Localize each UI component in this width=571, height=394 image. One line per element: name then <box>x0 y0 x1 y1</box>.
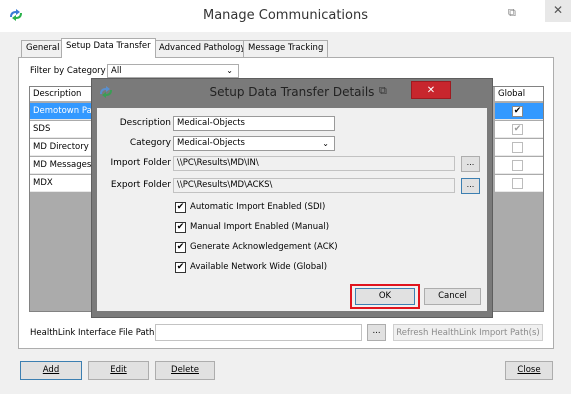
global-cell <box>495 157 543 174</box>
global-checkbox[interactable]: ✔ <box>512 106 523 117</box>
tab-message-tracking[interactable]: Message Tracking <box>243 40 329 57</box>
healthlink-path-field[interactable] <box>155 324 362 341</box>
window-close-button[interactable]: ✕ <box>545 0 571 22</box>
refresh-healthlink-button[interactable]: Refresh HealthLink Import Path(s) <box>393 324 543 341</box>
generate-ack-checkbox[interactable]: ✔ <box>175 242 186 253</box>
export-folder-label: Export Folder <box>110 180 171 190</box>
global-cell <box>495 175 543 192</box>
auto-import-checkbox[interactable]: ✔ <box>175 202 186 213</box>
cancel-button[interactable]: Cancel <box>424 288 481 305</box>
network-wide-checkbox[interactable]: ✔ <box>175 262 186 273</box>
description-input[interactable]: Medical-Objects <box>173 116 335 131</box>
filter-value: All <box>111 66 122 76</box>
generate-ack-label: Generate Acknowledgement (ACK) <box>190 242 338 252</box>
add-button[interactable]: Add <box>20 361 82 380</box>
manual-import-checkbox[interactable]: ✔ <box>175 222 186 233</box>
global-cell: ✔ <box>495 103 543 120</box>
ok-button[interactable]: OK <box>355 288 415 305</box>
edit-button[interactable]: Edit <box>88 361 149 380</box>
delete-button[interactable]: Delete <box>155 361 215 380</box>
dialog-restore-icon[interactable]: ⧉ <box>379 84 387 98</box>
healthlink-label: HealthLink Interface File Path <box>30 328 155 338</box>
import-browse-button[interactable]: ... <box>461 156 480 172</box>
import-folder-label: Import Folder <box>110 158 171 168</box>
category-value: Medical-Objects <box>177 138 245 148</box>
window-title: Manage Communications <box>202 8 368 23</box>
global-checkbox[interactable] <box>512 160 523 171</box>
category-select[interactable]: Medical-Objects ⌄ <box>173 136 335 151</box>
tab-advanced-pathology[interactable]: Advanced Pathology <box>154 40 251 57</box>
manual-import-label: Manual Import Enabled (Manual) <box>190 222 330 232</box>
filter-label: Filter by Category <box>30 66 106 76</box>
dialog-title-bar: Setup Data Transfer Details ⧉ ✕ <box>92 79 492 106</box>
close-button[interactable]: Close <box>505 361 553 380</box>
global-checkbox[interactable] <box>512 178 523 189</box>
chevron-down-icon: ⌄ <box>226 66 233 75</box>
dialog-close-button[interactable]: ✕ <box>411 81 451 99</box>
dialog-body: Description Medical-Objects Category Med… <box>97 108 487 311</box>
description-label: Description <box>119 118 171 128</box>
export-folder-input[interactable]: \\PC\Results\MD\ACKS\ <box>173 178 455 193</box>
window-title-bar: Manage Communications ⧉ ✕ <box>0 0 571 32</box>
chevron-down-icon: ⌄ <box>322 139 329 148</box>
filter-category-select[interactable]: All ⌄ <box>107 64 239 78</box>
global-checkbox[interactable] <box>512 142 523 153</box>
import-folder-input[interactable]: \\PC\Results\MD\IN\ <box>173 156 455 171</box>
export-browse-button[interactable]: ... <box>461 178 480 194</box>
category-label: Category <box>129 138 171 148</box>
network-wide-label: Available Network Wide (Global) <box>190 262 328 272</box>
tab-general[interactable]: General <box>21 40 65 57</box>
global-cell <box>495 139 543 156</box>
column-header-global[interactable]: Global <box>495 87 543 102</box>
global-checkbox[interactable]: ✔ <box>512 124 523 135</box>
setup-data-transfer-dialog: Setup Data Transfer Details ⧉ ✕ Descript… <box>91 78 493 318</box>
global-cell: ✔ <box>495 121 543 138</box>
tab-setup-data-transfer[interactable]: Setup Data Transfer <box>61 38 156 58</box>
restore-icon[interactable]: ⧉ <box>508 6 516 20</box>
healthlink-browse-button[interactable]: ... <box>367 324 386 341</box>
auto-import-label: Automatic Import Enabled (SDI) <box>190 202 326 212</box>
